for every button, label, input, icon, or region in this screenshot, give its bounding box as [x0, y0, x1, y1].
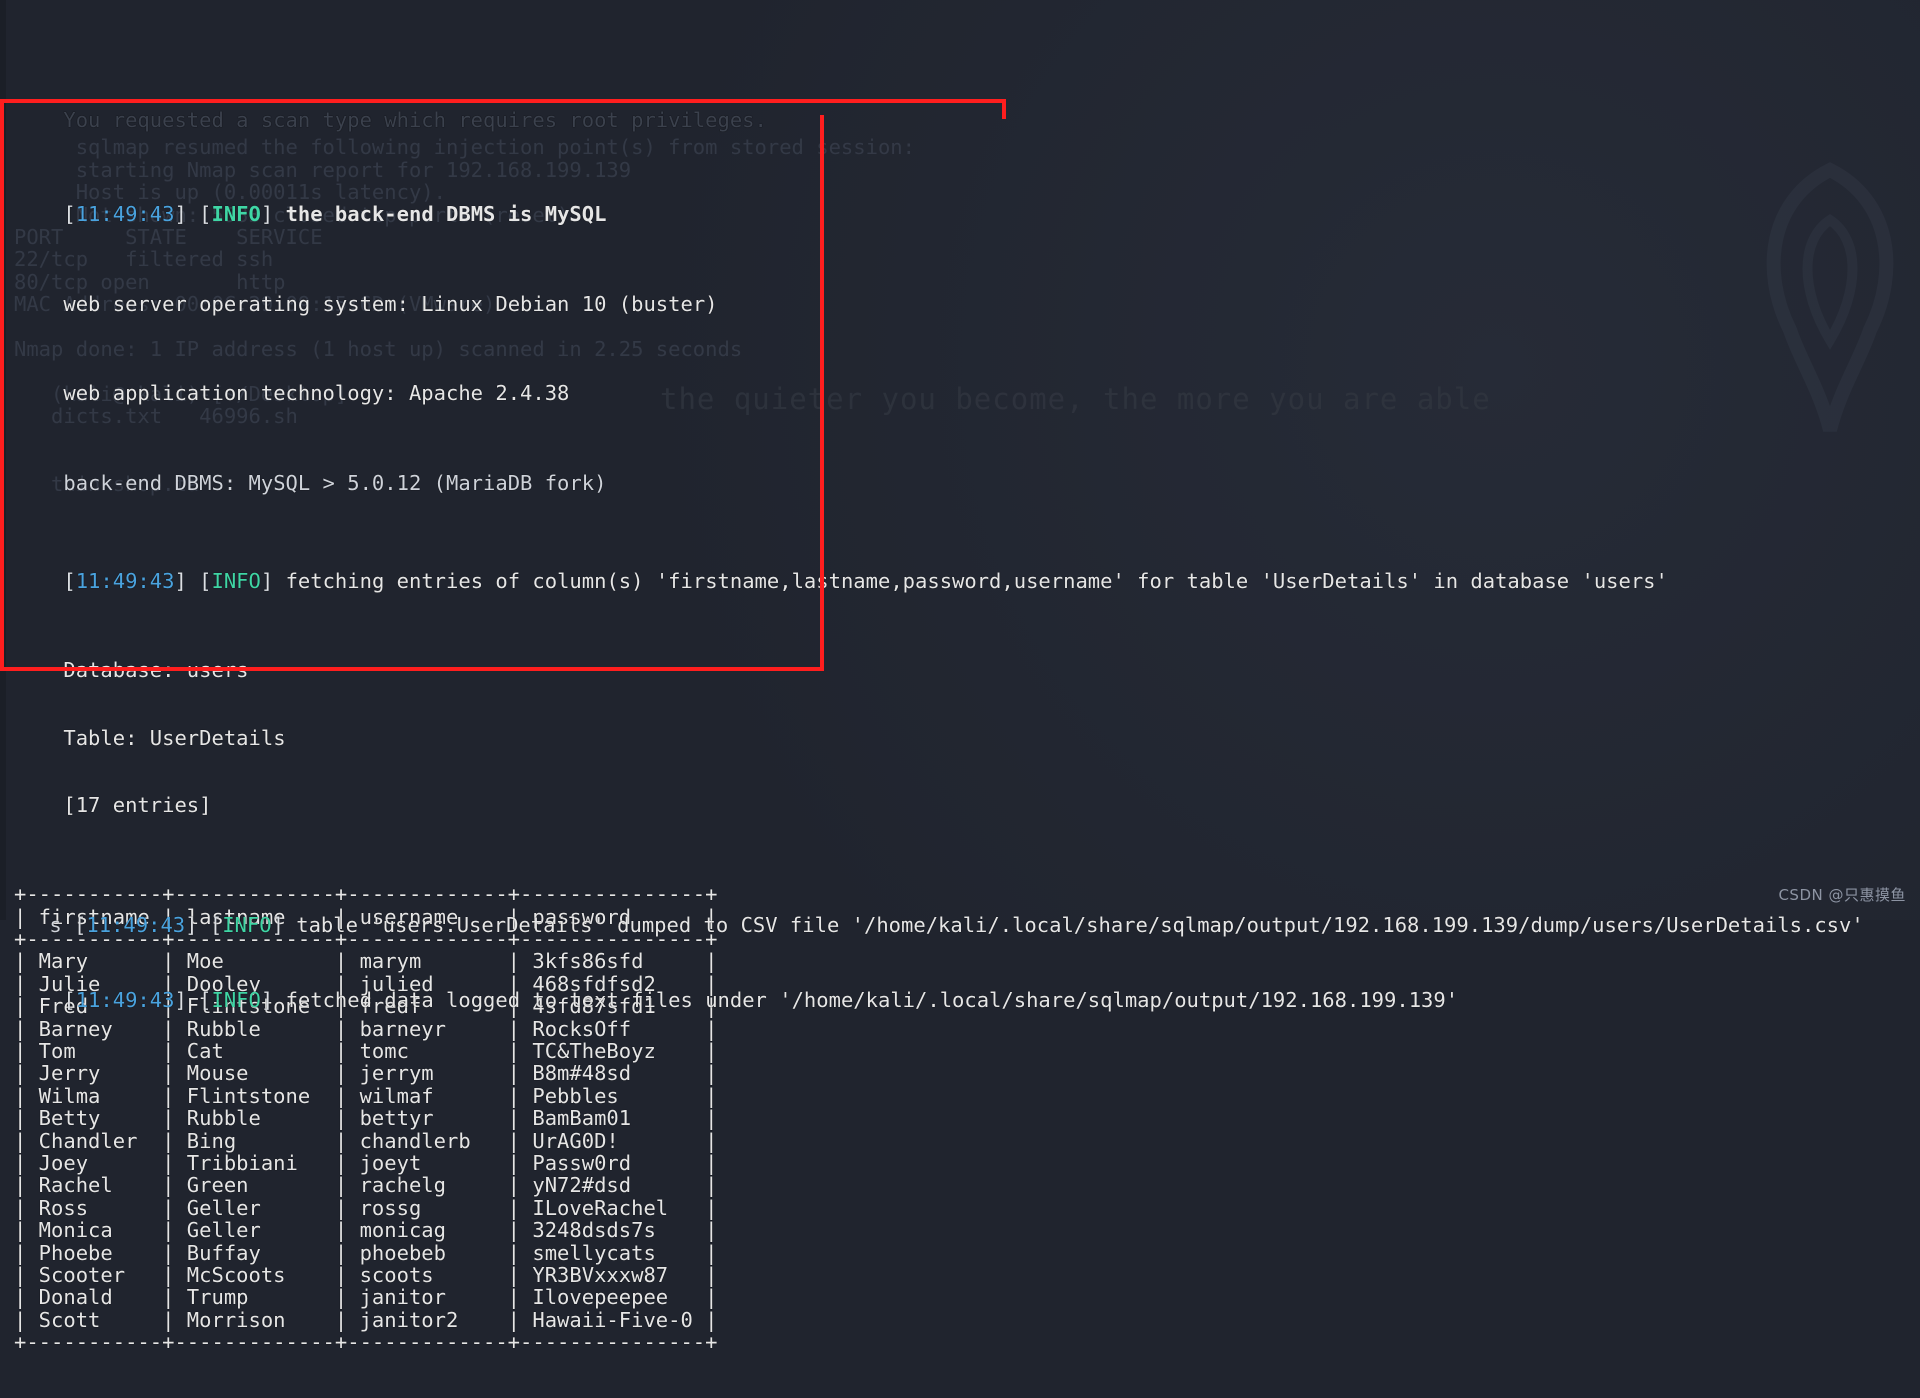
- log-line-os: web server operating system: Linux Debia…: [63, 291, 718, 316]
- log-level-badge: INFO: [211, 202, 261, 227]
- log-line-scrolled: You requested a scan type which requires…: [63, 107, 767, 132]
- bracket-close-5: ] [: [185, 913, 223, 937]
- footer-level-2: INFO: [211, 988, 261, 1012]
- table-row: | Betty | Rubble | bettyr | BamBam01 |: [14, 1106, 718, 1131]
- table-row: | Rachel | Green | rachelg | yN72#dsd |: [14, 1173, 718, 1198]
- table-row: | Chandler | Bing | chandlerb | UrAG0D! …: [14, 1128, 718, 1153]
- dump-table-label: Table: UserDetails: [63, 725, 286, 750]
- log-timestamp: 11:49:43: [75, 202, 175, 227]
- bracket-close: ] [: [174, 202, 212, 227]
- table-row: | Phoebe | Buffay | phoebeb | smellycats…: [14, 1240, 718, 1265]
- table-row: | Ross | Geller | rossg | ILoveRachel |: [14, 1195, 718, 1220]
- dump-database-label: Database: users: [63, 658, 249, 683]
- table-row: | Scooter | McScoots | scoots | YR3BVxxx…: [14, 1262, 718, 1287]
- log-line-fetching: [11:49:43] [INFO] fetching entries of co…: [0, 547, 1920, 591]
- bracket-open-3: [: [61, 913, 87, 937]
- bracket-close-3: ] [: [174, 568, 212, 593]
- log-level-badge-2: INFO: [211, 568, 261, 593]
- table-row: | Wilma | Flintstone | wilmaf | Pebbles …: [14, 1083, 718, 1108]
- footer-line-text: [11:49:43] [INFO] fetched data logged to…: [0, 963, 1920, 1012]
- footer-line-csv: s [11:49:43] [INFO] table 'users.UserDet…: [0, 888, 1920, 937]
- footer-timestamp-2: 11:49:43: [75, 988, 175, 1012]
- log-line-tech: web application technology: Apache 2.4.3…: [63, 381, 570, 406]
- log-timestamp-2: 11:49:43: [75, 568, 175, 593]
- log-line-dbms: [11:49:43] [INFO] the back-end DBMS is M…: [0, 181, 1920, 225]
- log-message: the back-end DBMS is MySQL: [285, 202, 607, 227]
- bracket-open-2: [: [63, 568, 76, 593]
- table-separator-row: +-----------+-------------+-------------…: [14, 1330, 718, 1355]
- footer-level-1: INFO: [222, 913, 272, 937]
- bracket-close-4: ]: [260, 568, 286, 593]
- table-row: | Scott | Morrison | janitor2 | Hawaii-F…: [14, 1307, 718, 1332]
- bracket-open: [: [63, 202, 76, 227]
- table-row: | Joey | Tribbiani | joeyt | Passw0rd |: [14, 1151, 718, 1175]
- log-message-fetching: fetching entries of column(s) 'firstname…: [285, 568, 1668, 593]
- table-row: | Tom | Cat | tomc | TC&TheBoyz |: [14, 1039, 718, 1064]
- bracket-close-6: ]: [271, 913, 297, 937]
- bracket-close-8: ]: [260, 988, 286, 1012]
- table-row: | Monica | Geller | monicag | 3248dsds7s…: [14, 1218, 718, 1243]
- table-row: | Donald | Trump | janitor | Ilovepeepee…: [14, 1285, 718, 1310]
- table-row: | Jerry | Mouse | jerrym | B8m#48sd |: [14, 1061, 718, 1086]
- table-row: | Barney | Rubble | barneyr | RocksOff |: [14, 1016, 718, 1041]
- footer-timestamp-1: 11:49:43: [86, 913, 186, 937]
- bracket-close-7: ] [: [174, 988, 212, 1012]
- dump-entries-count: [17 entries]: [63, 792, 212, 817]
- bracket-open-4: [: [63, 988, 76, 1012]
- bracket-close-2: ]: [260, 202, 286, 227]
- sqlmap-terminal-output[interactable]: You requested a scan type which requires…: [0, 0, 1920, 1353]
- log-line-backend: back-end DBMS: MySQL > 5.0.12 (MariaDB f…: [63, 471, 607, 496]
- csdn-watermark: CSDN @只惠摸鱼: [1778, 886, 1906, 904]
- footer-message-2: fetched data logged to text files under …: [285, 988, 1459, 1012]
- footer-prefix: s: [49, 913, 62, 937]
- footer-message-1: table 'users.UserDetails' dumped to CSV …: [296, 913, 1864, 937]
- sqlmap-footer-log: s [11:49:43] [INFO] table 'users.UserDet…: [0, 838, 1920, 1013]
